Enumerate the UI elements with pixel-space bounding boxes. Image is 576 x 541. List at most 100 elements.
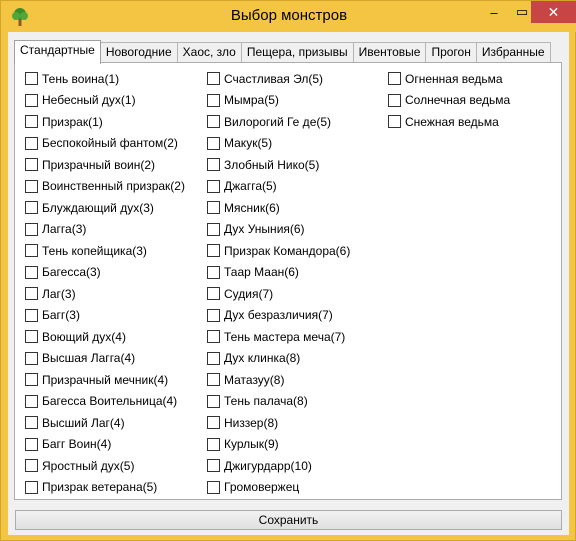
tab-3[interactable]: Пещера, призывы bbox=[240, 42, 354, 63]
monster-checkbox-item[interactable]: Лагга(3) bbox=[25, 219, 185, 241]
checkbox[interactable] bbox=[25, 179, 38, 193]
monster-checkbox-item[interactable]: Багесса Воительница(4) bbox=[25, 391, 185, 413]
checkbox[interactable] bbox=[25, 416, 38, 430]
monster-checkbox-item[interactable]: Громовержец bbox=[207, 477, 350, 499]
tab-1[interactable]: Новогодние bbox=[99, 42, 178, 63]
checkbox[interactable] bbox=[207, 437, 220, 451]
checkbox[interactable] bbox=[25, 308, 38, 322]
monster-checkbox-item[interactable]: Призрачный воин(2) bbox=[25, 154, 185, 176]
monster-checkbox-item[interactable]: Призрак(1) bbox=[25, 111, 185, 133]
monster-checkbox-item[interactable]: Злобный Нико(5) bbox=[207, 154, 350, 176]
checkbox[interactable] bbox=[25, 93, 38, 107]
monster-checkbox-item[interactable]: Дух клинка(8) bbox=[207, 348, 350, 370]
checkbox[interactable] bbox=[25, 201, 38, 215]
checkbox[interactable] bbox=[207, 351, 220, 365]
monster-checkbox-item[interactable]: Счастливая Эл(5) bbox=[207, 68, 350, 90]
checkbox[interactable] bbox=[25, 244, 38, 258]
checkbox[interactable] bbox=[25, 480, 38, 494]
monster-checkbox-item[interactable]: Дух безразличия(7) bbox=[207, 305, 350, 327]
checkbox[interactable] bbox=[207, 416, 220, 430]
monster-checkbox-item[interactable]: Огненная ведьма bbox=[388, 68, 510, 90]
monster-checkbox-item[interactable]: Призрачный мечник(4) bbox=[25, 369, 185, 391]
monster-checkbox-item[interactable]: Беспокойный фантом(2) bbox=[25, 133, 185, 155]
close-button[interactable]: ✕ bbox=[531, 1, 576, 23]
monster-label: Призрак Командора(6) bbox=[224, 243, 351, 258]
checkbox[interactable] bbox=[25, 72, 38, 86]
monster-checkbox-item[interactable]: Высшая Лагга(4) bbox=[25, 348, 185, 370]
monster-checkbox-item[interactable]: Блуждающий дух(3) bbox=[25, 197, 185, 219]
checkbox[interactable] bbox=[25, 222, 38, 236]
monster-checkbox-item[interactable]: Воинственный призрак(2) bbox=[25, 176, 185, 198]
monster-checkbox-item[interactable]: Багг Воин(4) bbox=[25, 434, 185, 456]
checkbox[interactable] bbox=[207, 72, 220, 86]
checkbox[interactable] bbox=[207, 480, 220, 494]
minimize-button[interactable]: – bbox=[480, 1, 508, 23]
monster-checkbox-item[interactable]: Матазуу(8) bbox=[207, 369, 350, 391]
monster-checkbox-item[interactable]: Джигурдарр(10) bbox=[207, 455, 350, 477]
monster-checkbox-item[interactable]: Лаг(3) bbox=[25, 283, 185, 305]
monster-checkbox-item[interactable]: Солнечная ведьма bbox=[388, 90, 510, 112]
checkbox[interactable] bbox=[207, 265, 220, 279]
monster-checkbox-item[interactable]: Курлык(9) bbox=[207, 434, 350, 456]
monster-checkbox-item[interactable]: Небесный дух(1) bbox=[25, 90, 185, 112]
monster-checkbox-item[interactable]: Низзер(8) bbox=[207, 412, 350, 434]
checkbox[interactable] bbox=[25, 459, 38, 473]
checkbox[interactable] bbox=[207, 244, 220, 258]
checkbox[interactable] bbox=[207, 394, 220, 408]
checkbox[interactable] bbox=[207, 179, 220, 193]
monster-checkbox-item[interactable]: Багг(3) bbox=[25, 305, 185, 327]
monster-checkbox-item[interactable]: Тень копейщика(3) bbox=[25, 240, 185, 262]
checkbox[interactable] bbox=[25, 136, 38, 150]
monster-checkbox-item[interactable]: Высший Лаг(4) bbox=[25, 412, 185, 434]
tab-5[interactable]: Прогон bbox=[425, 42, 477, 63]
checkbox[interactable] bbox=[207, 308, 220, 322]
monster-checkbox-item[interactable]: Яростный дух(5) bbox=[25, 455, 185, 477]
tab-0[interactable]: Стандартные bbox=[14, 40, 101, 64]
monster-checkbox-item[interactable]: Багесса(3) bbox=[25, 262, 185, 284]
checkbox[interactable] bbox=[207, 222, 220, 236]
checkbox[interactable] bbox=[25, 437, 38, 451]
checkbox[interactable] bbox=[207, 459, 220, 473]
checkbox[interactable] bbox=[25, 373, 38, 387]
checkbox[interactable] bbox=[25, 330, 38, 344]
monster-checkbox-item[interactable]: Призрак ветерана(5) bbox=[25, 477, 185, 499]
monster-checkbox-item[interactable]: Мымра(5) bbox=[207, 90, 350, 112]
monster-column-3: Огненная ведьма Солнечная ведьма Снежная в… bbox=[388, 68, 510, 133]
monster-label: Беспокойный фантом(2) bbox=[42, 136, 178, 151]
checkbox[interactable] bbox=[25, 287, 38, 301]
checkbox[interactable] bbox=[388, 72, 401, 86]
monster-checkbox-item[interactable]: Тень мастера меча(7) bbox=[207, 326, 350, 348]
checkbox[interactable] bbox=[207, 287, 220, 301]
checkbox[interactable] bbox=[207, 201, 220, 215]
monster-checkbox-item[interactable]: Тень палача(8) bbox=[207, 391, 350, 413]
monster-checkbox-item[interactable]: Мясник(6) bbox=[207, 197, 350, 219]
checkbox[interactable] bbox=[388, 115, 401, 129]
monster-checkbox-item[interactable]: Вилорогий Ге де(5) bbox=[207, 111, 350, 133]
monster-checkbox-item[interactable]: Призрак Командора(6) bbox=[207, 240, 350, 262]
save-button[interactable]: Сохранить bbox=[15, 510, 562, 530]
title-bar[interactable]: Выбор монстров – ▭ ✕ bbox=[1, 1, 576, 32]
monster-checkbox-item[interactable]: Судия(7) bbox=[207, 283, 350, 305]
tab-4[interactable]: Ивентовые bbox=[352, 42, 427, 63]
checkbox[interactable] bbox=[388, 93, 401, 107]
checkbox[interactable] bbox=[207, 158, 220, 172]
monster-checkbox-item[interactable]: Воющий дух(4) bbox=[25, 326, 185, 348]
monster-checkbox-item[interactable]: Дух Уныния(6) bbox=[207, 219, 350, 241]
monster-checkbox-item[interactable]: Снежная ведьма bbox=[388, 111, 510, 133]
tab-6[interactable]: Избранные bbox=[475, 42, 551, 63]
monster-checkbox-item[interactable]: Макук(5) bbox=[207, 133, 350, 155]
checkbox[interactable] bbox=[207, 330, 220, 344]
checkbox[interactable] bbox=[25, 158, 38, 172]
checkbox[interactable] bbox=[25, 265, 38, 279]
checkbox[interactable] bbox=[25, 115, 38, 129]
tab-2[interactable]: Хаос, зло bbox=[176, 42, 242, 63]
checkbox[interactable] bbox=[25, 394, 38, 408]
checkbox[interactable] bbox=[207, 93, 220, 107]
monster-checkbox-item[interactable]: Джагга(5) bbox=[207, 176, 350, 198]
checkbox[interactable] bbox=[25, 351, 38, 365]
monster-checkbox-item[interactable]: Таар Маан(6) bbox=[207, 262, 350, 284]
checkbox[interactable] bbox=[207, 136, 220, 150]
checkbox[interactable] bbox=[207, 373, 220, 387]
checkbox[interactable] bbox=[207, 115, 220, 129]
monster-checkbox-item[interactable]: Тень воина(1) bbox=[25, 68, 185, 90]
